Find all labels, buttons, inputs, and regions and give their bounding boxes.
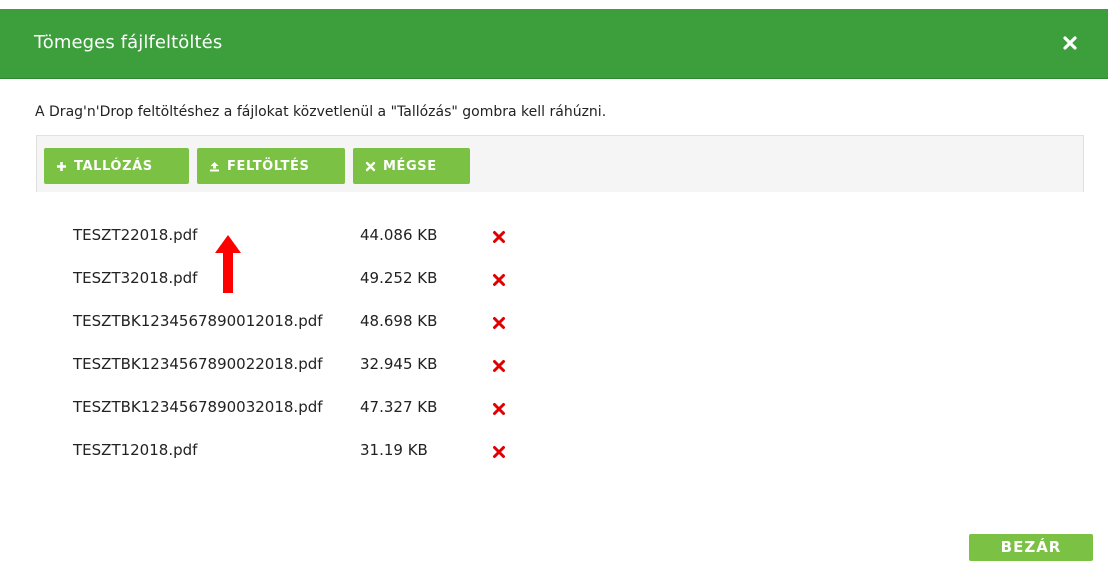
file-name: TESZT32018.pdf bbox=[73, 269, 198, 287]
file-size: 49.252 KB bbox=[360, 269, 438, 287]
upload-dialog: Tömeges fájlfeltöltés A Drag'n'Drop felt… bbox=[0, 0, 1108, 569]
upload-toolbar: TALLÓZÁS FELTÖLTÉS MÉGSE bbox=[36, 135, 1084, 192]
list-item: TESZT32018.pdf 49.252 KB bbox=[73, 269, 533, 293]
remove-icon[interactable] bbox=[492, 402, 506, 416]
remove-icon[interactable] bbox=[492, 445, 506, 459]
file-size: 44.086 KB bbox=[360, 226, 438, 244]
upload-icon bbox=[210, 161, 219, 171]
file-name: TESZTBK1234567890022018.pdf bbox=[73, 355, 323, 373]
file-name: TESZT22018.pdf bbox=[73, 226, 198, 244]
browse-button[interactable]: TALLÓZÁS bbox=[44, 148, 189, 184]
file-size: 48.698 KB bbox=[360, 312, 438, 330]
remove-icon[interactable] bbox=[492, 273, 506, 287]
close-button[interactable]: BEZÁR bbox=[969, 534, 1093, 561]
list-item: TESZTBK1234567890032018.pdf 47.327 KB bbox=[73, 398, 533, 422]
remove-icon[interactable] bbox=[492, 230, 506, 244]
file-name: TESZTBK1234567890032018.pdf bbox=[73, 398, 323, 416]
file-size: 31.19 KB bbox=[360, 441, 428, 459]
drag-drop-hint: A Drag'n'Drop feltöltéshez a fájlokat kö… bbox=[35, 104, 607, 120]
list-item: TESZTBK1234567890012018.pdf 48.698 KB bbox=[73, 312, 533, 336]
upload-button[interactable]: FELTÖLTÉS bbox=[197, 148, 345, 184]
close-icon bbox=[365, 161, 376, 171]
browse-button-label: TALLÓZÁS bbox=[74, 158, 153, 174]
list-item: TESZT12018.pdf 31.19 KB bbox=[73, 441, 533, 465]
cancel-button[interactable]: MÉGSE bbox=[353, 148, 470, 184]
file-name: TESZT12018.pdf bbox=[73, 441, 198, 459]
list-item: TESZT22018.pdf 44.086 KB bbox=[73, 226, 533, 250]
red-arrow-annotation bbox=[215, 235, 241, 293]
list-item: TESZTBK1234567890022018.pdf 32.945 KB bbox=[73, 355, 533, 379]
dialog-title: Tömeges fájlfeltöltés bbox=[34, 32, 223, 53]
file-size: 32.945 KB bbox=[360, 355, 438, 373]
plus-icon bbox=[57, 161, 66, 171]
file-size: 47.327 KB bbox=[360, 398, 438, 416]
file-name: TESZTBK1234567890012018.pdf bbox=[73, 312, 323, 330]
remove-icon[interactable] bbox=[492, 316, 506, 330]
upload-button-label: FELTÖLTÉS bbox=[227, 158, 310, 174]
dialog-header: Tömeges fájlfeltöltés bbox=[0, 9, 1108, 79]
close-icon[interactable] bbox=[1063, 36, 1077, 50]
remove-icon[interactable] bbox=[492, 359, 506, 373]
cancel-button-label: MÉGSE bbox=[383, 158, 437, 174]
